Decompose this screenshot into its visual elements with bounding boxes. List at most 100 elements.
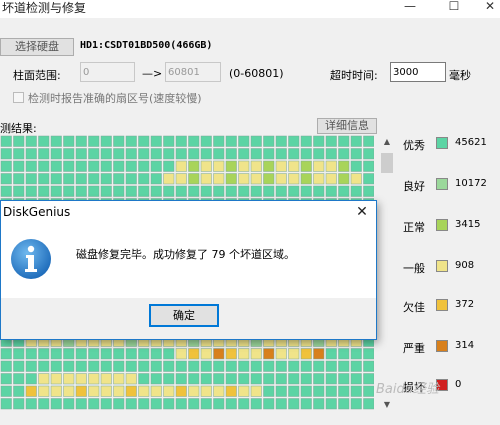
- grid-block: [138, 173, 150, 185]
- grid-block: [175, 360, 187, 372]
- grid-block: [313, 185, 325, 197]
- grid-block: [238, 135, 250, 147]
- legend-label: 优秀: [403, 139, 425, 152]
- legend-count: 10172: [455, 178, 487, 189]
- grid-block: [250, 360, 262, 372]
- grid-block: [250, 373, 262, 385]
- grid-block: [163, 348, 175, 360]
- range-end-input[interactable]: [165, 62, 221, 82]
- grid-block: [63, 135, 75, 147]
- grid-block: [225, 173, 237, 185]
- legend-swatch: [436, 299, 448, 311]
- grid-block: [38, 160, 50, 172]
- grid-block: [50, 348, 62, 360]
- grid-block: [263, 385, 275, 397]
- grid-block: [175, 148, 187, 160]
- details-button[interactable]: 详细信息: [317, 118, 377, 134]
- grid-block: [150, 348, 162, 360]
- grid-block: [288, 385, 300, 397]
- grid-block: [63, 373, 75, 385]
- grid-block: [138, 135, 150, 147]
- grid-block: [38, 385, 50, 397]
- timeout-input[interactable]: [390, 62, 446, 82]
- grid-block: [125, 360, 137, 372]
- grid-block: [75, 398, 87, 410]
- grid-block: [13, 135, 25, 147]
- grid-block: [88, 360, 100, 372]
- legend-swatch: [436, 340, 448, 352]
- maximize-button[interactable]: ☐: [440, 0, 468, 14]
- report-sector-checkbox[interactable]: [13, 92, 24, 103]
- scroll-up-arrow[interactable]: ▲: [380, 135, 394, 149]
- grid-block: [25, 148, 37, 160]
- grid-block: [100, 360, 112, 372]
- grid-block: [263, 360, 275, 372]
- grid-block: [213, 398, 225, 410]
- close-window-button[interactable]: ✕: [476, 0, 500, 14]
- grid-block: [325, 348, 337, 360]
- grid-block: [25, 160, 37, 172]
- grid-block: [150, 360, 162, 372]
- grid-block: [13, 373, 25, 385]
- grid-block: [0, 398, 12, 410]
- grid-block: [188, 173, 200, 185]
- grid-block: [288, 148, 300, 160]
- grid-block: [75, 385, 87, 397]
- legend-count: 908: [455, 260, 475, 271]
- grid-block: [125, 185, 137, 197]
- grid-scrollbar[interactable]: ▲ ▼: [380, 135, 394, 412]
- grid-block: [350, 135, 362, 147]
- grid-block: [325, 160, 337, 172]
- grid-block: [113, 360, 125, 372]
- grid-block: [75, 373, 87, 385]
- grid-block: [188, 360, 200, 372]
- scroll-thumb[interactable]: [381, 153, 393, 173]
- select-disk-button[interactable]: 选择硬盘: [0, 38, 74, 56]
- grid-block: [113, 373, 125, 385]
- grid-block: [88, 135, 100, 147]
- dialog-close-button[interactable]: ✕: [353, 203, 371, 221]
- grid-block: [225, 135, 237, 147]
- grid-block: [25, 348, 37, 360]
- grid-block: [175, 160, 187, 172]
- grid-block: [313, 398, 325, 410]
- grid-block: [338, 360, 350, 372]
- grid-block: [63, 148, 75, 160]
- grid-block: [225, 148, 237, 160]
- disk-name: HD1:CSDT01BD500(466GB): [80, 40, 213, 51]
- grid-block: [38, 373, 50, 385]
- grid-block: [338, 148, 350, 160]
- ok-button[interactable]: 确定: [149, 304, 219, 327]
- grid-block: [0, 148, 12, 160]
- grid-block: [250, 135, 262, 147]
- range-start-input[interactable]: [80, 62, 135, 82]
- minimize-button[interactable]: —: [396, 0, 424, 14]
- grid-block: [363, 135, 374, 147]
- grid-block: [150, 173, 162, 185]
- grid-block: [313, 385, 325, 397]
- scroll-down-arrow[interactable]: ▼: [380, 398, 394, 412]
- grid-block: [100, 135, 112, 147]
- grid-block: [200, 385, 212, 397]
- grid-block: [100, 173, 112, 185]
- grid-block: [13, 173, 25, 185]
- grid-block: [338, 160, 350, 172]
- legend-item-poor: 欠佳 372: [403, 296, 500, 316]
- grid-block: [50, 160, 62, 172]
- grid-block: [300, 173, 312, 185]
- grid-block: [238, 398, 250, 410]
- grid-block: [188, 385, 200, 397]
- grid-block: [250, 385, 262, 397]
- grid-block: [350, 148, 362, 160]
- grid-block: [288, 135, 300, 147]
- grid-block: [275, 348, 287, 360]
- grid-block: [188, 135, 200, 147]
- grid-block: [288, 398, 300, 410]
- grid-block: [300, 148, 312, 160]
- legend-label: 欠佳: [403, 301, 425, 314]
- grid-block: [288, 185, 300, 197]
- grid-block: [13, 398, 25, 410]
- grid-block: [38, 398, 50, 410]
- grid-block: [0, 160, 12, 172]
- legend-swatch: [436, 219, 448, 231]
